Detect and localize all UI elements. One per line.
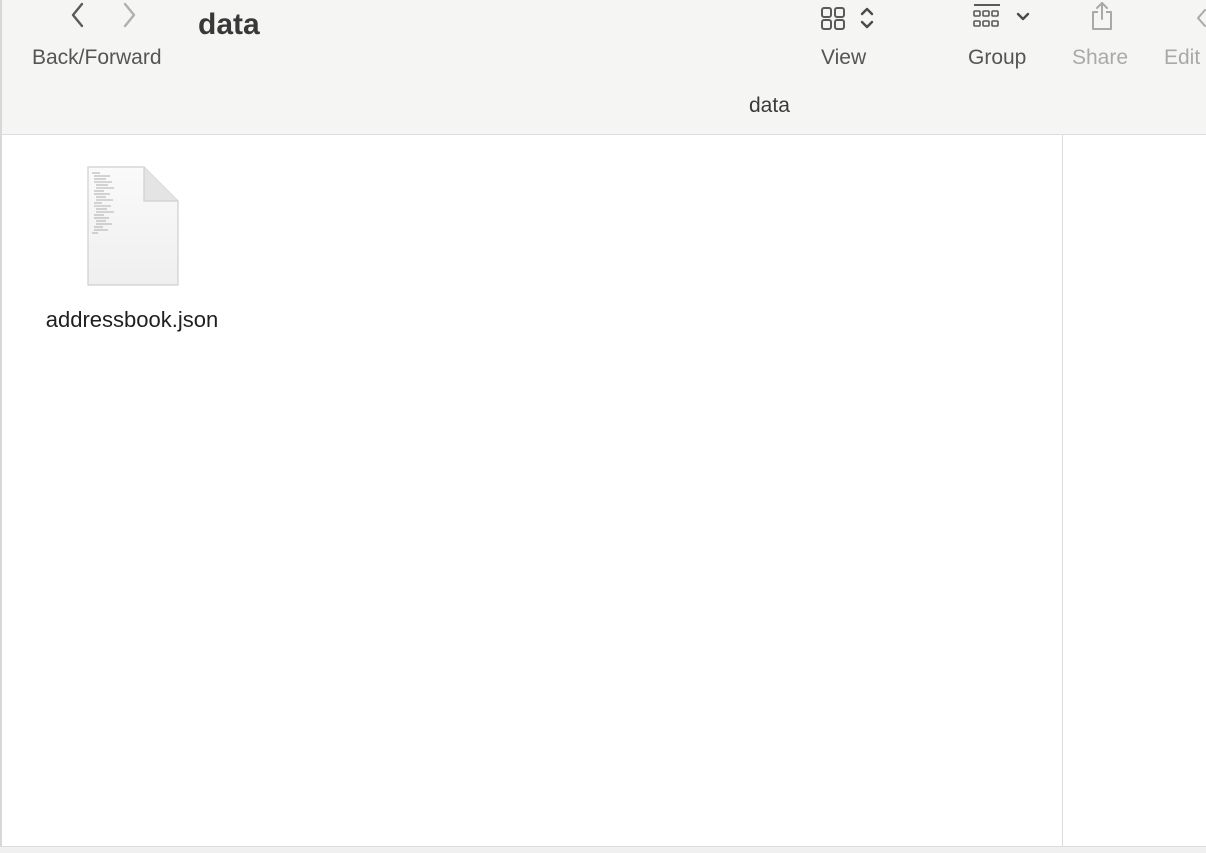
icon-grid-icon — [821, 7, 845, 30]
path-bar-title: data — [749, 94, 790, 117]
edit-icon — [1197, 9, 1206, 27]
view-label: View — [821, 46, 867, 69]
view-button[interactable] — [820, 4, 848, 37]
finder-toolbar: Back/Forward data View Group Share Edit … — [0, 0, 1206, 135]
file-item[interactable]: addressbook.json — [22, 163, 242, 343]
group-label: Group — [968, 46, 1027, 69]
document-icon — [86, 165, 180, 294]
file-browser-area[interactable]: addressbook.json — [2, 135, 1062, 846]
view-options-button[interactable] — [858, 4, 876, 37]
file-name: addressbook.json — [45, 307, 219, 332]
chevron-up-down-icon — [860, 7, 874, 29]
group-icon — [973, 4, 1000, 27]
back-button[interactable] — [65, 0, 91, 30]
preview-pane — [1063, 135, 1206, 846]
back-forward-label: Back/Forward — [32, 46, 162, 69]
chevron-right-icon — [123, 2, 136, 28]
edit-button[interactable] — [1196, 8, 1206, 33]
group-options-button[interactable] — [1015, 10, 1031, 29]
share-button[interactable] — [1090, 0, 1114, 37]
forward-button[interactable] — [116, 0, 142, 30]
chevron-left-icon — [71, 2, 84, 28]
edit-label: Edit — [1164, 46, 1201, 69]
share-label: Share — [1072, 46, 1129, 69]
group-button[interactable] — [972, 2, 1002, 35]
share-icon — [1092, 2, 1112, 30]
window-title: data — [198, 8, 260, 41]
chevron-down-icon — [1016, 12, 1030, 21]
